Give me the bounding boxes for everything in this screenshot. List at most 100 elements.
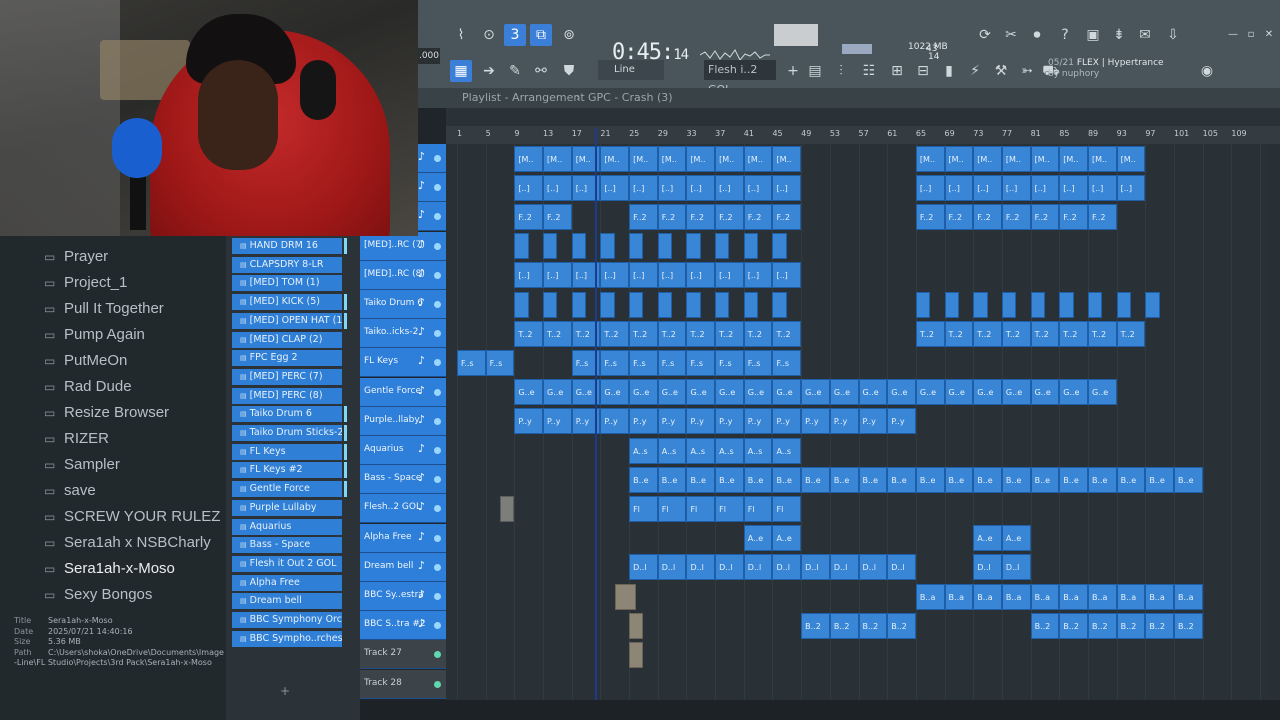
browser-item[interactable]: ▭ Rad Dude <box>44 378 132 404</box>
channel-button[interactable]: ▤ [MED] KICK (5) <box>232 294 342 311</box>
pattern-clip[interactable]: D..l <box>973 554 1002 581</box>
channel-button[interactable]: ▤ Taiko Drum 6 <box>232 406 342 423</box>
pattern-clip[interactable] <box>686 291 701 318</box>
pattern-clip[interactable]: B..e <box>743 466 773 493</box>
pattern-clip[interactable] <box>1030 291 1045 318</box>
pattern-clip[interactable]: A..e <box>1001 525 1031 552</box>
pattern-clip[interactable]: D..l <box>743 554 773 581</box>
pattern-clip[interactable]: F..2 <box>944 203 974 230</box>
typing-keyboard-icon[interactable]: ⧉ <box>530 24 552 46</box>
pattern-clip[interactable]: Fl <box>772 495 802 522</box>
pattern-clip[interactable]: P..y <box>887 408 916 435</box>
pattern-clip[interactable]: D..l <box>629 554 658 581</box>
track-header[interactable]: Taiko Drum 6 ♪ <box>360 290 446 319</box>
pattern-clip[interactable]: P..y <box>858 408 888 435</box>
pattern-select[interactable]: Flesh i..2 GOL <box>704 60 776 96</box>
pattern-clip[interactable]: A..e <box>743 525 773 552</box>
browser-item[interactable]: ▭ Prayer <box>44 248 108 274</box>
track-enable-toggle[interactable] <box>434 213 441 221</box>
pattern-clip[interactable]: T..2 <box>915 320 945 347</box>
pattern-clip[interactable]: T..2 <box>657 320 687 347</box>
pattern-clip[interactable]: D..l <box>1001 554 1031 581</box>
pattern-clip[interactable] <box>772 291 787 318</box>
pattern-clip[interactable]: B..e <box>858 466 888 493</box>
pattern-clip[interactable]: D..l <box>858 554 888 581</box>
pattern-clip[interactable]: B..e <box>1174 466 1203 493</box>
channel-select-marker[interactable] <box>344 294 347 311</box>
pattern-clip[interactable]: [M.. <box>944 145 974 172</box>
pattern-clip[interactable] <box>614 583 637 610</box>
pattern-clip[interactable]: B..e <box>801 466 830 493</box>
channel-select-marker[interactable] <box>344 443 347 460</box>
pattern-clip[interactable] <box>629 233 644 260</box>
pattern-clip[interactable]: B..e <box>686 466 716 493</box>
track-header[interactable]: Alpha Free ♪ <box>360 523 446 553</box>
pattern-clip[interactable]: B..e <box>887 466 916 493</box>
file-icon[interactable]: ▮ <box>938 60 960 82</box>
pattern-clip[interactable]: B..2 <box>887 612 916 639</box>
channel-button[interactable]: ▤BBC Sympho..rchestra #2 <box>232 630 342 647</box>
pattern-clip[interactable]: G..e <box>829 379 859 406</box>
pattern-clip[interactable]: P..y <box>657 408 687 435</box>
pattern-clip[interactable]: T..2 <box>1001 320 1031 347</box>
channel-select-marker[interactable] <box>344 312 347 329</box>
pattern-clip[interactable]: T..2 <box>514 320 544 347</box>
pattern-clip[interactable]: B..a <box>915 583 945 610</box>
pattern-clip[interactable] <box>657 233 673 260</box>
track-enable-toggle[interactable] <box>434 155 441 162</box>
pattern-clip[interactable]: B..a <box>1145 583 1174 610</box>
pattern-clip[interactable]: F..s <box>686 349 716 376</box>
pattern-clip[interactable]: [M.. <box>1030 145 1060 172</box>
pattern-clip[interactable]: [..] <box>1087 174 1117 201</box>
track-enable-toggle[interactable] <box>434 476 441 484</box>
pattern-clip[interactable]: B..e <box>1030 466 1060 493</box>
pattern-clip[interactable]: [..] <box>629 262 658 289</box>
piano-roll-icon[interactable]: ▤ <box>804 60 826 82</box>
pattern-clip[interactable] <box>600 291 615 318</box>
pattern-clip[interactable]: B..2 <box>1059 612 1088 639</box>
pattern-clip[interactable]: [..] <box>543 174 572 201</box>
channel-select-marker[interactable] <box>344 238 347 254</box>
pattern-clip[interactable]: [..] <box>543 262 572 289</box>
pattern-clip[interactable]: F..2 <box>1087 203 1117 230</box>
pattern-clip[interactable]: A..e <box>973 525 1002 552</box>
vertical-scrollbar[interactable] <box>1266 144 1280 700</box>
pattern-clip[interactable]: [M.. <box>1116 145 1146 172</box>
pattern-clip[interactable]: D..l <box>715 554 744 581</box>
channel-button[interactable]: ▤ Dream bell <box>232 593 342 610</box>
pattern-clip[interactable]: F..2 <box>1030 203 1060 230</box>
pattern-clip[interactable]: F..s <box>772 349 802 376</box>
pattern-clip[interactable]: B..e <box>715 466 744 493</box>
channel-button[interactable]: ▤ [MED] TOM (1) <box>232 275 342 292</box>
browser-item[interactable]: ▭ Pull It Together <box>44 300 164 326</box>
pattern-clip[interactable]: F..2 <box>973 203 1002 230</box>
pattern-clip[interactable]: [..] <box>629 174 658 201</box>
track-enable-toggle[interactable] <box>434 447 441 454</box>
pattern-clip[interactable]: B..2 <box>801 612 830 639</box>
channel-button[interactable]: ▤ Alpha Free <box>232 574 342 591</box>
microphone-icon[interactable]: ⏺ <box>1026 24 1048 46</box>
pattern-clip[interactable]: [..] <box>772 174 802 201</box>
playlist-grid[interactable]: [M.. [M.. [M.. [M.. [M.. [M.. [M.. [M.. [M.. [M..… <box>446 144 1266 700</box>
render-icon[interactable]: ⇟ <box>1108 24 1130 46</box>
track-header[interactable]: Track 28 <box>360 669 446 699</box>
channel-select-marker[interactable] <box>344 481 347 498</box>
pattern-clip[interactable]: [M.. <box>686 145 716 172</box>
pattern-clip[interactable]: [M.. <box>543 145 572 172</box>
current-pattern[interactable]: GPC - Crash (3) <box>588 88 673 108</box>
pattern-clip[interactable]: [..] <box>657 174 687 201</box>
pattern-clip[interactable]: B..a <box>973 583 1002 610</box>
news-panel[interactable]: 05/21 FLEX | Hypertrance by nuphory <box>1048 58 1164 80</box>
pattern-clip[interactable]: [M.. <box>1001 145 1031 172</box>
track-header[interactable]: Taiko..icks-2 ♪ <box>360 319 446 349</box>
track-enable-toggle[interactable] <box>434 505 441 513</box>
pattern-clip[interactable]: [..] <box>715 174 744 201</box>
pattern-clip[interactable]: B..a <box>1030 583 1060 610</box>
cut-icon[interactable]: ✂ <box>1000 24 1022 46</box>
pattern-clip[interactable] <box>543 291 558 318</box>
pattern-clip[interactable] <box>571 291 587 318</box>
pattern-clip[interactable] <box>600 233 615 260</box>
pattern-clip[interactable]: B..e <box>1116 466 1146 493</box>
pattern-clip[interactable] <box>1087 291 1103 318</box>
channel-button[interactable]: ▤ [MED] OPEN HAT (1) <box>232 312 342 329</box>
